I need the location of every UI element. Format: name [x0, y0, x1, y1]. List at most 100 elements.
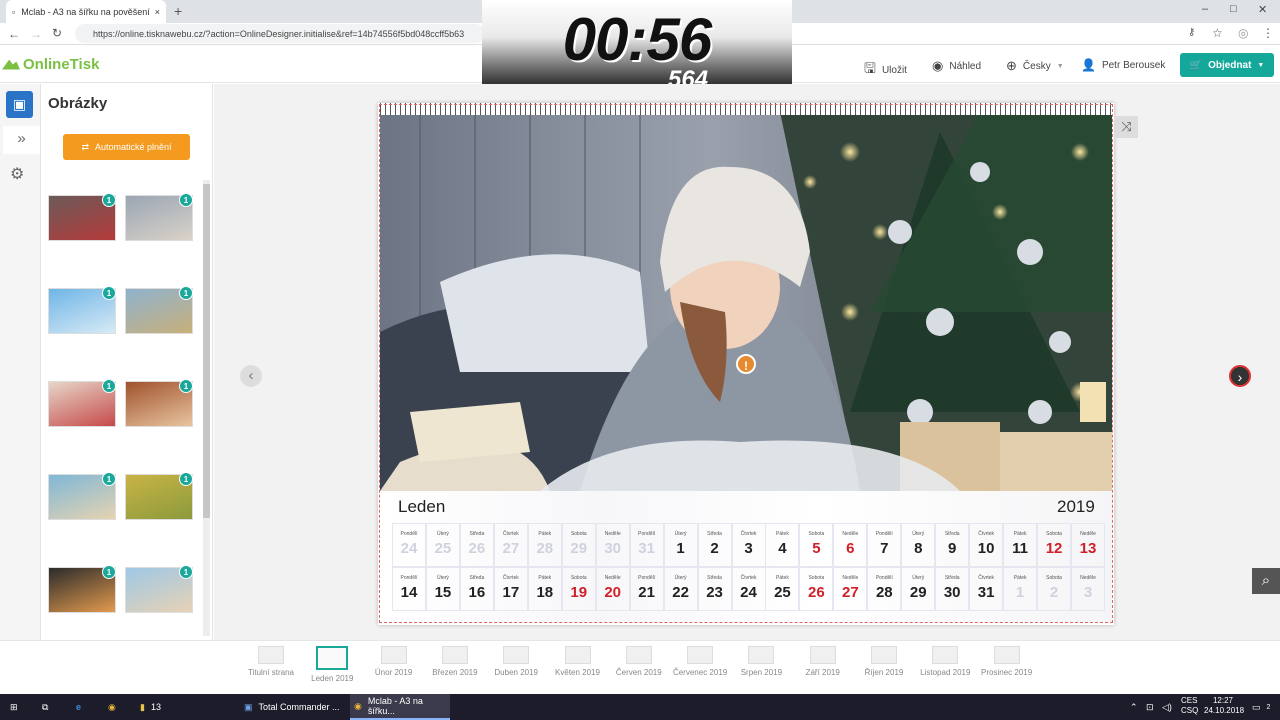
weekday-label: Pondělí — [638, 575, 656, 581]
calendar-day-cell: Pátek 4 — [765, 523, 800, 567]
save-button[interactable]: 🖫 Uložit — [864, 58, 907, 82]
logo[interactable]: OnlineTisk — [2, 56, 99, 73]
chrome-taskbar-icon[interactable]: ◉ — [108, 694, 116, 720]
page-preview — [503, 646, 530, 664]
autofill-button[interactable]: ⇄ Automatické plnění — [63, 134, 190, 160]
lang-code-2: CSQ — [1181, 706, 1199, 715]
panel-scrollbar[interactable] — [203, 180, 210, 636]
floppy-icon: ▣ — [244, 701, 253, 712]
day-number: 25 — [774, 584, 791, 601]
calendar-day-cell: Pondělí 7 — [867, 523, 902, 567]
bookmark-star-icon[interactable]: ☆ — [1212, 26, 1223, 40]
weekday-label: Středa — [469, 575, 485, 581]
next-page-arrow-icon[interactable]: › — [1229, 365, 1251, 387]
chrome-icon: ◉ — [354, 700, 362, 711]
save-label: Uložit — [881, 64, 907, 76]
scrollbar-thumb[interactable] — [203, 184, 210, 518]
calendar-year[interactable]: 2019 — [1057, 497, 1095, 517]
url-field[interactable]: https://online.tisknawebu.cz/?action=Onl… — [75, 24, 485, 43]
weekday-label: Neděle — [1080, 531, 1096, 537]
day-number: 4 — [778, 540, 787, 557]
calendar-day-cell: Čtvrtek 24 — [731, 567, 766, 611]
page-preview — [809, 646, 836, 664]
day-number: 10 — [977, 540, 995, 557]
calendar-day-cell: Sobota 12 — [1037, 523, 1072, 567]
key-icon[interactable]: ⚷ — [1188, 27, 1195, 38]
windows-start-icon[interactable]: ⊞ — [10, 694, 18, 720]
page-thumbnail[interactable]: Březen 2019 — [424, 646, 486, 677]
calendar-day-cell: Neděle 3 — [1071, 567, 1105, 611]
weekday-label: Neděle — [842, 575, 859, 581]
calendar-day-cell: Úterý 15 — [425, 567, 460, 611]
page-thumbnail[interactable]: Říjen 2019 — [853, 646, 915, 677]
user-menu[interactable]: 👤 Petr Berousek — [1081, 58, 1165, 72]
day-number: 26 — [808, 584, 825, 601]
weekday-label: Pátek — [776, 531, 789, 537]
task-view-icon[interactable]: ⧉ — [42, 694, 48, 720]
preview-button[interactable]: ◉ Náhled — [932, 58, 981, 74]
chevron-down-icon: ▼ — [1257, 61, 1265, 69]
input-language[interactable]: CES CSQ — [1181, 696, 1198, 716]
page-thumbnail[interactable]: Září 2019 — [792, 646, 854, 677]
taskbar-clock[interactable]: 12:27 24.10.2018 — [1204, 696, 1244, 716]
maximize-button[interactable]: □ — [1230, 3, 1237, 15]
profile-icon[interactable]: ◎ — [1238, 26, 1248, 40]
url-text: https://online.tisknawebu.cz/?action=Onl… — [93, 28, 465, 39]
forward-icon[interactable]: → — [30, 27, 42, 41]
previous-page-arrow-icon[interactable]: ‹ — [240, 365, 262, 387]
edge-icon[interactable]: e — [76, 694, 81, 720]
folder-taskbar-button[interactable]: ▮ 13 — [140, 694, 161, 720]
page-preview — [748, 646, 775, 664]
back-icon[interactable]: ← — [8, 27, 20, 41]
new-tab-button[interactable]: + — [174, 3, 182, 19]
usage-count-badge: 1 — [179, 472, 193, 486]
taskbar-total-commander[interactable]: ▣ Total Commander ... — [244, 694, 344, 720]
calendar-day-cell: Pátek 11 — [1003, 523, 1038, 567]
order-button[interactable]: 🛒 Objednat ▼ — [1180, 53, 1274, 77]
page-thumbnail[interactable]: Listopad 2019 — [914, 646, 976, 677]
page-thumbnail[interactable]: Květen 2019 — [547, 646, 609, 677]
notifications-icon[interactable]: ▭ 2 — [1252, 694, 1270, 720]
volume-icon[interactable]: ◁) — [1162, 694, 1172, 720]
gear-icon[interactable]: ⚙ — [10, 164, 24, 184]
weekday-label: Středa — [469, 531, 485, 537]
taskbar-chrome-window[interactable]: ◉ Mclab - A3 na šířku... — [350, 694, 450, 720]
language-label: Česky — [1022, 60, 1051, 72]
page-thumbnail[interactable]: Červen 2019 — [608, 646, 670, 677]
calendar-day-cell: Pondělí 31 — [629, 523, 664, 567]
network-icon[interactable]: ⊡ — [1146, 694, 1154, 720]
zoom-icon[interactable]: ⌕ — [1252, 568, 1280, 594]
close-window-button[interactable]: ✕ — [1258, 3, 1267, 16]
weekday-label: Čtvrtek — [978, 531, 995, 537]
user-icon: 👤 — [1081, 58, 1096, 72]
tray-chevron-up-icon[interactable]: ⌃ — [1130, 694, 1138, 720]
folder-count: 13 — [150, 702, 161, 712]
page-thumbnail[interactable]: Duben 2019 — [485, 646, 547, 677]
weekday-label: Pátek — [538, 531, 552, 537]
images-tool-icon[interactable]: ▣ — [6, 91, 33, 118]
page-thumbnail[interactable]: Titulní strana — [240, 646, 302, 677]
reload-icon[interactable]: ↻ — [52, 26, 62, 40]
warning-icon[interactable]: ! — [736, 354, 756, 374]
page-thumbnail[interactable]: Leden 2019 — [301, 646, 363, 683]
expand-panel-icon[interactable]: » — [3, 126, 40, 154]
day-number: 31 — [638, 540, 655, 557]
minimize-button[interactable]: – — [1202, 3, 1208, 15]
page-preview — [871, 646, 897, 664]
page-thumbnail[interactable]: Únor 2019 — [363, 646, 425, 677]
language-select[interactable]: ⊕ Česky ▼ — [1006, 58, 1064, 74]
usage-count-badge: 1 — [179, 193, 193, 207]
day-number: 23 — [706, 584, 723, 601]
page-thumbnail[interactable]: Prosinec 2019 — [976, 646, 1038, 677]
page-thumbnail[interactable]: Srpen 2019 — [730, 646, 792, 677]
calendar-month[interactable]: Leden — [398, 497, 445, 517]
menu-dots-icon[interactable]: ⋮ — [1262, 26, 1274, 40]
weekday-label: Pátek — [1013, 531, 1027, 537]
images-panel — [41, 84, 213, 640]
calendar-day-cell: Pondělí 21 — [629, 567, 664, 611]
browser-tab[interactable]: ▫ Mclab - A3 na šířku na pověšení × — [6, 0, 166, 23]
weekday-label: Čtvrtek — [502, 531, 519, 537]
close-tab-icon[interactable]: × — [155, 7, 160, 17]
page-thumbnail[interactable]: Červenec 2019 — [669, 646, 731, 677]
shuffle-icon[interactable]: ⤨ — [1115, 116, 1138, 138]
